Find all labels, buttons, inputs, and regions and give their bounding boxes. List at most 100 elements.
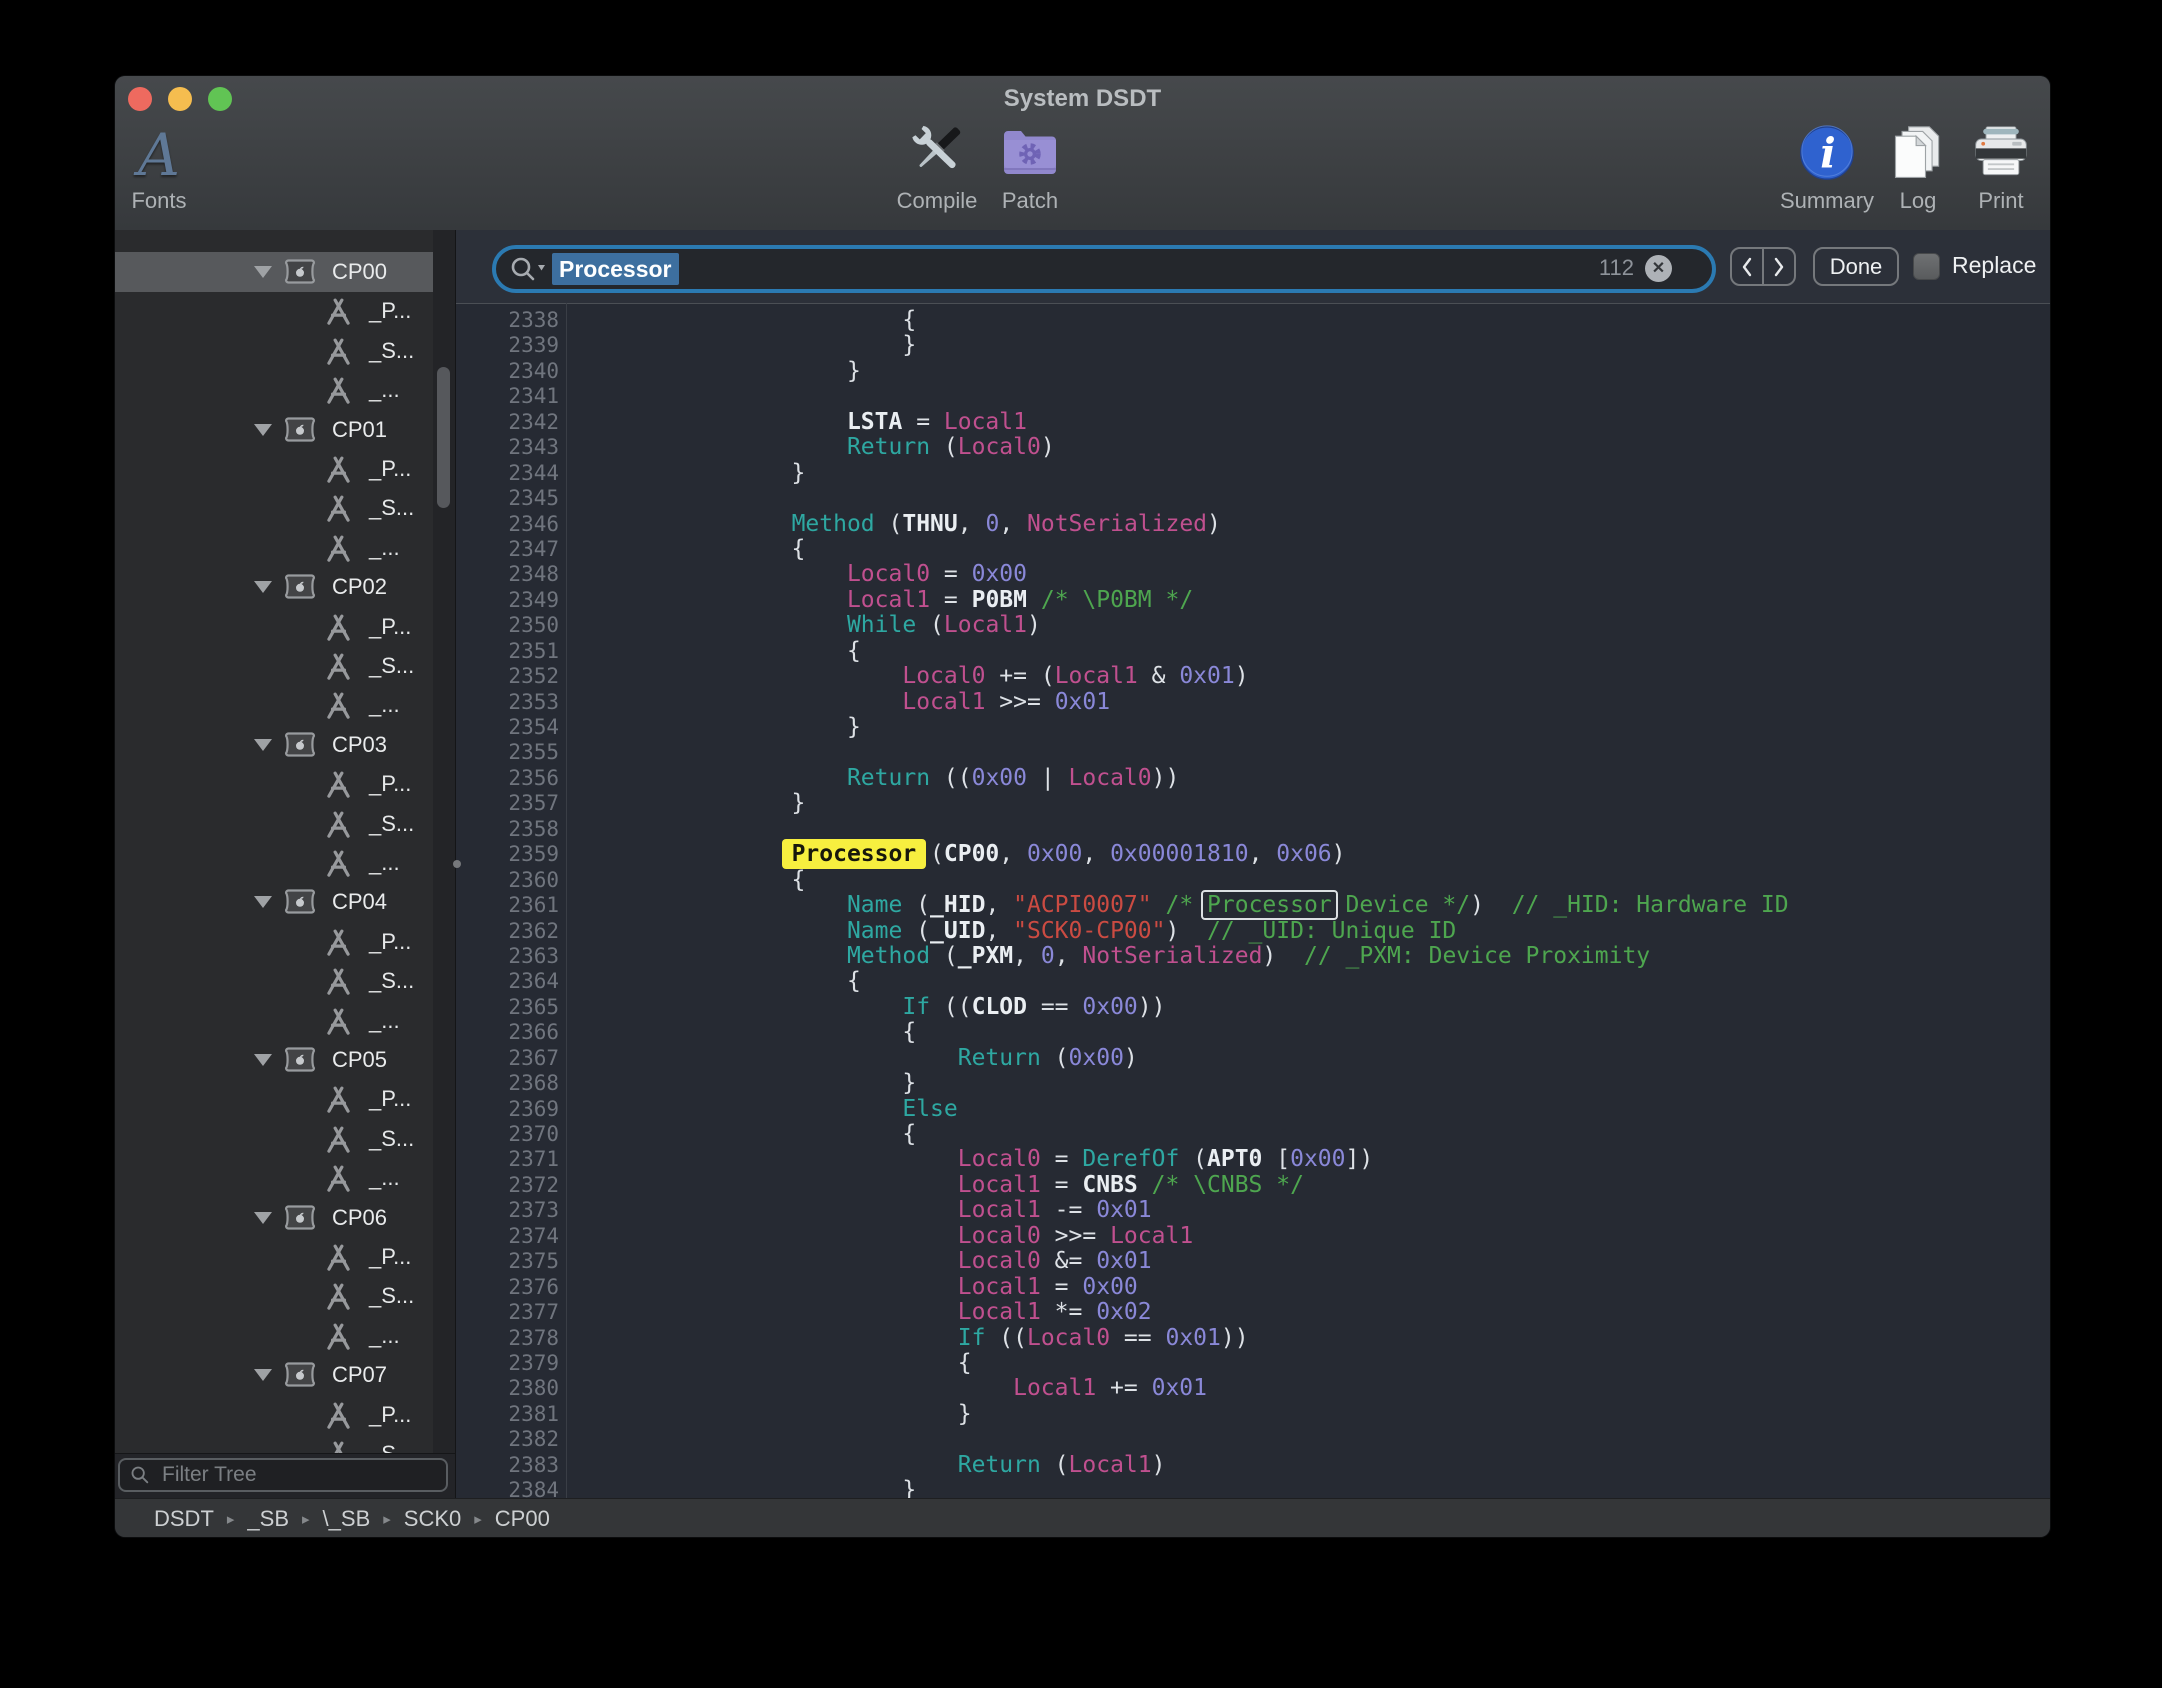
breadcrumb-separator-icon: ▸ bbox=[302, 1511, 310, 1528]
method-icon bbox=[323, 533, 354, 569]
device-icon bbox=[283, 256, 317, 292]
code-line: 2357 } bbox=[456, 791, 2050, 816]
line-number: 2359 bbox=[456, 842, 559, 867]
disclosure-triangle-icon[interactable] bbox=[254, 1212, 272, 1224]
splitter-handle[interactable] bbox=[453, 860, 461, 868]
line-number: 2341 bbox=[456, 384, 559, 409]
tree-group-cp04[interactable]: CP04 bbox=[115, 882, 433, 922]
tree-item[interactable]: _... bbox=[115, 1316, 433, 1356]
tree-item-label: _... bbox=[369, 843, 400, 883]
filter-tree-input[interactable] bbox=[160, 1460, 440, 1490]
tree-item[interactable]: _P... bbox=[115, 1395, 433, 1435]
device-icon bbox=[283, 414, 317, 450]
chevron-left-icon bbox=[1740, 256, 1754, 278]
method-icon bbox=[323, 1281, 354, 1317]
tree-item[interactable]: _S... bbox=[115, 1434, 433, 1454]
tree-item[interactable]: _S... bbox=[115, 961, 433, 1001]
tree-item-label: _P... bbox=[369, 764, 411, 804]
svg-text:i: i bbox=[1820, 130, 1835, 178]
tree-item-label: _... bbox=[369, 1158, 400, 1198]
disclosure-triangle-icon[interactable] bbox=[254, 739, 272, 751]
sidebar-tree[interactable]: CP00_P..._S..._...CP01_P..._S..._...CP02… bbox=[115, 230, 455, 1454]
line-number: 2349 bbox=[456, 588, 559, 613]
tree-item[interactable]: _P... bbox=[115, 291, 433, 331]
method-icon bbox=[323, 927, 354, 963]
toolbar-fonts-button[interactable]: A Fonts bbox=[115, 110, 229, 214]
tree-item[interactable]: _S... bbox=[115, 646, 433, 686]
tree-item[interactable]: _S... bbox=[115, 804, 433, 844]
tree-item[interactable]: _... bbox=[115, 685, 433, 725]
code-line: 2361 Name (_HID, "ACPI0007" /* Processor… bbox=[456, 893, 2050, 918]
tree-item-label: _... bbox=[369, 528, 400, 568]
tree-item[interactable]: _S... bbox=[115, 1276, 433, 1316]
search-menu-icon[interactable] bbox=[508, 254, 548, 284]
tree-group-cp00[interactable]: CP00 bbox=[115, 252, 433, 292]
code-line: 2348 Local0 = 0x00 bbox=[456, 562, 2050, 587]
code-line: 2349 Local1 = P0BM /* \P0BM */ bbox=[456, 588, 2050, 613]
method-icon bbox=[323, 1163, 354, 1199]
device-icon bbox=[283, 1044, 317, 1080]
tree-group-label: CP03 bbox=[332, 725, 387, 765]
line-number: 2379 bbox=[456, 1351, 559, 1376]
breadcrumb-item[interactable]: SCK0 bbox=[404, 1506, 461, 1531]
tree-group-cp03[interactable]: CP03 bbox=[115, 725, 433, 765]
code-editor[interactable]: 2338 {2339 }2340 }23412342 LSTA = Local1… bbox=[456, 308, 2050, 1498]
code-line: 2367 Return (0x00) bbox=[456, 1046, 2050, 1071]
tree-item[interactable]: _... bbox=[115, 370, 433, 410]
tree-item[interactable]: _P... bbox=[115, 1079, 433, 1119]
breadcrumb-item[interactable]: \_SB bbox=[323, 1506, 371, 1531]
tree-group-cp02[interactable]: CP02 bbox=[115, 567, 433, 607]
find-next-button[interactable] bbox=[1764, 249, 1794, 284]
tree-item[interactable]: _P... bbox=[115, 449, 433, 489]
method-icon bbox=[323, 1439, 354, 1454]
tree-item[interactable]: _S... bbox=[115, 331, 433, 371]
tree-item-label: _S... bbox=[369, 488, 414, 528]
tree-item[interactable]: _... bbox=[115, 528, 433, 568]
disclosure-triangle-icon[interactable] bbox=[254, 581, 272, 593]
tree-item[interactable]: _S... bbox=[115, 488, 433, 528]
line-number: 2368 bbox=[456, 1071, 559, 1096]
tree-item[interactable]: _P... bbox=[115, 922, 433, 962]
tree-group-cp06[interactable]: CP06 bbox=[115, 1198, 433, 1238]
breadcrumb-item[interactable]: DSDT bbox=[154, 1506, 214, 1531]
tree-item[interactable]: _P... bbox=[115, 764, 433, 804]
toolbar-patch-button[interactable]: Patch bbox=[960, 110, 1100, 214]
find-previous-button[interactable] bbox=[1732, 249, 1764, 284]
tree-item-label: _... bbox=[369, 370, 400, 410]
tree-item[interactable]: _... bbox=[115, 1158, 433, 1198]
filter-tree-field[interactable] bbox=[118, 1458, 448, 1492]
breadcrumb-item[interactable]: _SB bbox=[247, 1506, 289, 1531]
line-number: 2350 bbox=[456, 613, 559, 638]
disclosure-triangle-icon[interactable] bbox=[254, 1054, 272, 1066]
disclosure-triangle-icon[interactable] bbox=[254, 1369, 272, 1381]
tree-group-label: CP06 bbox=[332, 1198, 387, 1238]
toolbar-print-button[interactable]: Print bbox=[1931, 110, 2050, 214]
tree-item[interactable]: _S... bbox=[115, 1119, 433, 1159]
tree-item[interactable]: _... bbox=[115, 843, 433, 883]
code-line: 2339 } bbox=[456, 333, 2050, 358]
breadcrumb-separator-icon: ▸ bbox=[383, 1511, 391, 1528]
tree-group-cp07[interactable]: CP07 bbox=[115, 1355, 433, 1395]
disclosure-triangle-icon[interactable] bbox=[254, 424, 272, 436]
code-line: 2345 bbox=[456, 486, 2050, 511]
code-line: 2374 Local0 >>= Local1 bbox=[456, 1224, 2050, 1249]
tree-group-cp05[interactable]: CP05 bbox=[115, 1040, 433, 1080]
breadcrumb-item[interactable]: CP00 bbox=[495, 1506, 550, 1531]
tree-group-cp01[interactable]: CP01 bbox=[115, 410, 433, 450]
tree-item[interactable]: _P... bbox=[115, 1237, 433, 1277]
tree-item[interactable]: _... bbox=[115, 1001, 433, 1041]
title-bar: System DSDT A Fonts Comp bbox=[115, 76, 2050, 231]
done-button[interactable]: Done bbox=[1813, 247, 1899, 286]
replace-checkbox[interactable] bbox=[1913, 253, 1940, 280]
disclosure-triangle-icon[interactable] bbox=[254, 896, 272, 908]
code-line: 2342 LSTA = Local1 bbox=[456, 410, 2050, 435]
tree-item[interactable]: _P... bbox=[115, 607, 433, 647]
fonts-icon: A bbox=[115, 110, 229, 184]
chevron-right-icon bbox=[1772, 256, 1786, 278]
clear-search-icon[interactable]: ✕ bbox=[1645, 255, 1672, 282]
tree-item-label: _S... bbox=[369, 646, 414, 686]
disclosure-triangle-icon[interactable] bbox=[254, 266, 272, 278]
find-input[interactable]: Processor 112 ✕ bbox=[492, 245, 1716, 293]
tree-group-label: CP00 bbox=[332, 252, 387, 292]
sidebar-scrollbar-thumb[interactable] bbox=[437, 367, 450, 508]
